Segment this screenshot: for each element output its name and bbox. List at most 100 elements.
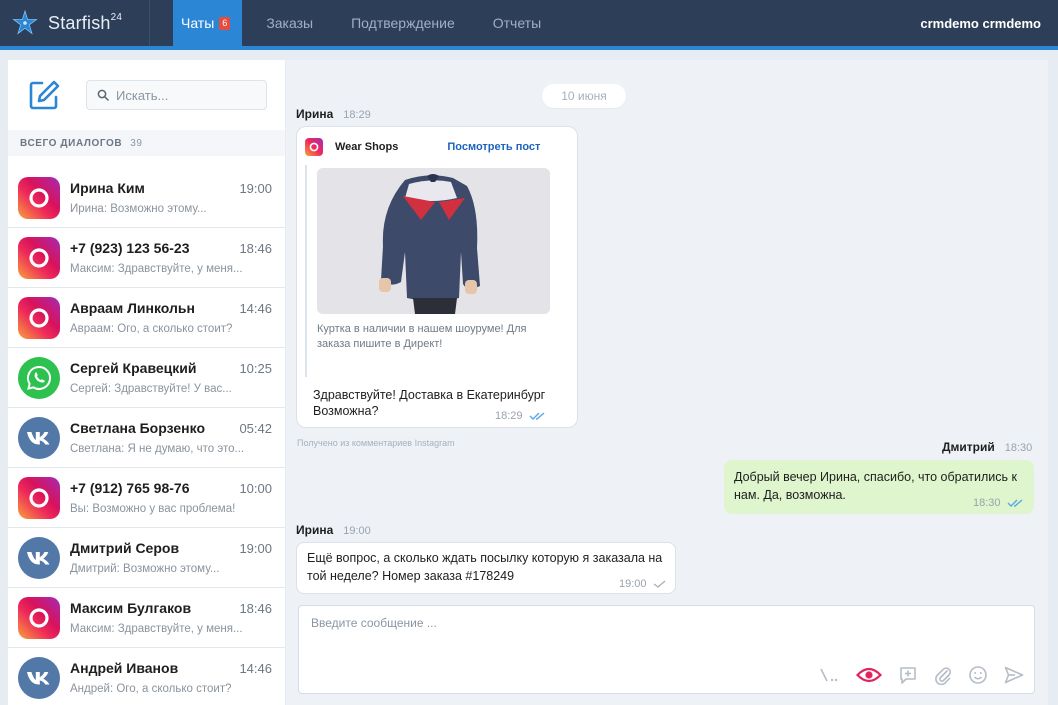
sender-name: Ирина [296,523,334,537]
post-caption: Куртка в наличии в нашем шоуруме! Для за… [317,323,527,350]
message-sender: Ирина 19:00 [296,523,371,537]
last-message-preview: Авраам: Ого, а сколько стоит? [70,323,233,335]
double-check-icon [529,412,544,420]
eye-icon [856,667,882,683]
last-message-preview: Дмитрий: Возможно этому... [70,563,220,575]
jacket-photo-icon [317,168,550,314]
channel-avatar [18,536,60,579]
dialog-list-item[interactable]: Авраам Линкольн 14:46 Авраам: Ого, а сколь… [8,288,285,348]
date-separator: 10 июня [542,84,626,108]
dialog-list-item[interactable]: +7 (912) 765 98-76 10:00 Вы: Возможно у ва… [8,468,285,528]
dialog-list-item[interactable]: Андрей Иванов 14:46 Андрей: Ого, а сколько… [8,648,285,705]
sidebar-header [8,60,285,130]
search-input[interactable] [116,87,256,103]
last-message-preview: Ирина: Возможно этому... [70,203,207,215]
dialog-info: Сергей Кравецкий 10:25 Сергей: Здравствуйт… [70,360,272,395]
tab-reports[interactable]: Отчеты [485,0,555,46]
comment-plus-icon [900,667,916,684]
last-message-time: 14:46 [239,301,272,316]
contact-name: +7 (923) 123 56-23 [70,240,190,256]
double-check-icon [1007,499,1022,507]
app-logo[interactable]: Starfish24 [0,0,150,46]
last-message-preview: Сергей: Здравствуйте! У вас... [70,383,232,395]
dialogs-list: Ирина Ким 19:00 Ирина: Возможно этому... +7… [8,168,285,705]
tab-orders[interactable]: Заказы [258,0,327,46]
channel-avatar [18,656,60,699]
smile-icon [969,666,987,684]
message-sender: Дмитрий 18:30 [942,440,1032,454]
last-message-preview: Андрей: Ого, а сколько стоит? [70,683,232,695]
paperclip-icon [935,667,951,685]
dialog-list-item[interactable]: +7 (923) 123 56-23 18:46 Максим: Здравству… [8,228,285,288]
last-message-time: 05:42 [239,421,272,436]
dialog-list-item[interactable]: Дмитрий Серов 19:00 Дмитрий: Возможно этом… [8,528,285,588]
shop-name: Wear Shops [335,141,399,153]
visibility-toggle[interactable] [856,666,882,684]
vk-icon [26,550,52,566]
send-icon [1004,666,1024,684]
post-quote: Куртка в наличии в нашем шоуруме! Для за… [305,165,565,377]
instagram-icon [26,605,52,631]
starfish-logo-icon [12,10,38,35]
tab-reports-label: Отчеты [492,15,542,31]
tab-confirmation[interactable]: Подтверждение [343,0,469,46]
search-box [86,80,267,110]
tab-orders-label: Заказы [266,15,314,31]
sender-time: 19:00 [343,525,371,537]
source-note: Получено из комментариев Instagram [297,438,455,448]
channel-avatar [18,296,60,339]
dialog-info: Максим Булгаков 18:46 Максим: Здравствуйте… [70,600,272,635]
channel-avatar [18,596,60,639]
send-button[interactable] [1004,666,1024,684]
dialog-list-item[interactable]: Сергей Кравецкий 10:25 Сергей: Здравствуйт… [8,348,285,408]
attach-button[interactable] [934,665,952,685]
message-input[interactable] [311,616,1011,646]
templates-button[interactable] [818,667,840,683]
accent-strip [0,46,1058,50]
contact-name: Сергей Кравецкий [70,360,197,376]
contact-name: Андрей Иванов [70,660,179,676]
dialog-header: Дмитрий Серов 19:00 [70,540,272,556]
instagram-icon [305,138,323,156]
dialog-header: Сергей Кравецкий 10:25 [70,360,272,376]
dialog-header: Ирина Ким 19:00 [70,180,272,196]
tab-chats-label: Чаты [181,15,215,31]
last-message-preview: Светлана: Я не думаю, что это... [70,443,245,455]
dialog-header: Авраам Линкольн 14:46 [70,300,272,316]
message-status: 18:30 [973,497,1025,509]
message-status: 19:00 [619,578,667,590]
post-header: Wear Shops Посмотреть пост [297,127,577,157]
message-time: 18:29 [495,410,523,422]
user-menu[interactable]: crmdemo crmdemo [920,0,1058,46]
last-message-time: 10:00 [239,481,272,496]
instagram-icon [26,245,52,271]
add-comment-button[interactable] [898,665,918,685]
dialog-header: Андрей Иванов 14:46 [70,660,272,676]
message-text: Ещё вопрос, а сколько ждать посылку кото… [307,551,663,583]
contact-name: Авраам Линкольн [70,300,195,316]
last-message-time: 14:46 [239,661,272,676]
last-message-preview: Максим: Здравствуйте, у меня... [70,623,243,635]
dialog-list-item[interactable]: Максим Булгаков 18:46 Максим: Здравствуйте… [8,588,285,648]
search-icon [97,89,109,101]
contact-name: +7 (912) 765 98-76 [70,480,190,496]
dialog-list-item[interactable]: Светлана Борзенко 05:42 Светлана: Я не дум… [8,408,285,468]
dialogs-sidebar: ВСЕГО ДИАЛОГОВ 39 Ирина Ким 19:00 Ирина: В… [8,60,285,705]
last-message-time: 19:00 [239,181,272,196]
last-message-preview: Вы: Возможно у вас проблема! [70,503,236,515]
dialog-info: Дмитрий Серов 19:00 Дмитрий: Возможно этом… [70,540,272,575]
dialogs-counter: ВСЕГО ДИАЛОГОВ 39 [8,130,285,156]
instagram-icon [26,485,52,511]
tab-chats[interactable]: Чаты 6 [173,0,243,46]
new-dialog-button[interactable] [26,77,62,113]
channel-avatar [18,236,60,279]
app-name: Starfish24 [48,11,123,33]
message-status: 18:29 [495,410,547,422]
post-image[interactable] [317,168,550,314]
dialog-list-item[interactable]: Ирина Ким 19:00 Ирина: Возможно этому... [8,168,285,228]
emoji-button[interactable] [968,665,988,685]
instagram-icon [26,185,52,211]
contact-name: Максим Булгаков [70,600,192,616]
view-post-link[interactable]: Посмотреть пост [447,141,540,153]
sender-time: 18:30 [1004,442,1033,454]
